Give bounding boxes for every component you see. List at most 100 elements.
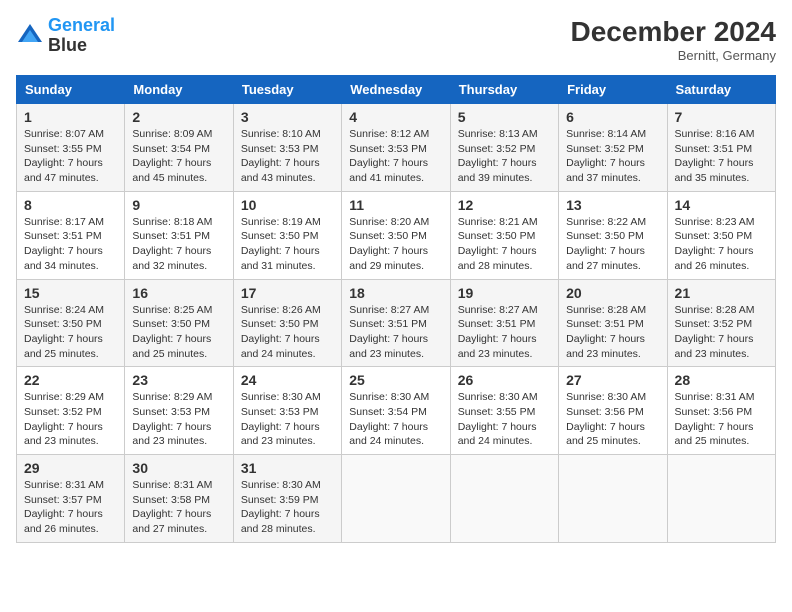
calendar-cell: 13 Sunrise: 8:22 AM Sunset: 3:50 PM Dayli… (559, 191, 667, 279)
calendar-cell (559, 455, 667, 543)
day-number: 18 (349, 285, 442, 301)
weekday-header-wednesday: Wednesday (342, 76, 450, 104)
day-number: 25 (349, 372, 442, 388)
weekday-header-row: SundayMondayTuesdayWednesdayThursdayFrid… (17, 76, 776, 104)
day-info: Sunrise: 8:29 AM Sunset: 3:52 PM Dayligh… (24, 390, 117, 449)
calendar-cell: 26Sunrise: 8:30 AM Sunset: 3:55 PM Dayli… (450, 367, 558, 455)
day-info: Sunrise: 8:27 AM Sunset: 3:51 PM Dayligh… (349, 303, 442, 362)
calendar-cell: 23 Sunrise: 8:29 AM Sunset: 3:53 PM Dayli… (125, 367, 233, 455)
day-info: Sunrise: 8:22 AM Sunset: 3:50 PM Dayligh… (566, 215, 659, 274)
calendar-cell: 18 Sunrise: 8:27 AM Sunset: 3:51 PM Dayli… (342, 279, 450, 367)
day-info: Sunrise: 8:30 AM Sunset: 3:53 PM Dayligh… (241, 390, 334, 449)
weekday-header-tuesday: Tuesday (233, 76, 341, 104)
calendar-week-5: 29 Sunrise: 8:31 AM Sunset: 3:57 PM Dayli… (17, 455, 776, 543)
calendar-cell: 10 Sunrise: 8:19 AM Sunset: 3:50 PM Dayli… (233, 191, 341, 279)
day-info: Sunrise: 8:26 AM Sunset: 3:50 PM Dayligh… (241, 303, 334, 362)
calendar-cell: 3 Sunrise: 8:10 AM Sunset: 3:53 PM Daylig… (233, 104, 341, 192)
day-number: 14 (675, 197, 768, 213)
title-block: December 2024 Bernitt, Germany (571, 16, 776, 63)
day-info: Sunrise: 8:13 AM Sunset: 3:52 PM Dayligh… (458, 127, 551, 186)
day-number: 5 (458, 109, 551, 125)
weekday-header-friday: Friday (559, 76, 667, 104)
weekday-header-saturday: Saturday (667, 76, 775, 104)
day-info: Sunrise: 8:19 AM Sunset: 3:50 PM Dayligh… (241, 215, 334, 274)
calendar-cell: 22Sunrise: 8:29 AM Sunset: 3:52 PM Dayli… (17, 367, 125, 455)
calendar-cell: 15Sunrise: 8:24 AM Sunset: 3:50 PM Dayli… (17, 279, 125, 367)
day-number: 9 (132, 197, 225, 213)
day-info: Sunrise: 8:12 AM Sunset: 3:53 PM Dayligh… (349, 127, 442, 186)
calendar-cell: 19 Sunrise: 8:27 AM Sunset: 3:51 PM Dayli… (450, 279, 558, 367)
day-number: 13 (566, 197, 659, 213)
weekday-header-monday: Monday (125, 76, 233, 104)
calendar-cell: 27Sunrise: 8:30 AM Sunset: 3:56 PM Dayli… (559, 367, 667, 455)
day-info: Sunrise: 8:21 AM Sunset: 3:50 PM Dayligh… (458, 215, 551, 274)
day-info: Sunrise: 8:10 AM Sunset: 3:53 PM Dayligh… (241, 127, 334, 186)
calendar-cell (450, 455, 558, 543)
calendar-cell: 28Sunrise: 8:31 AM Sunset: 3:56 PM Dayli… (667, 367, 775, 455)
day-number: 8 (24, 197, 117, 213)
day-info: Sunrise: 8:31 AM Sunset: 3:58 PM Dayligh… (132, 478, 225, 537)
calendar-cell: 30Sunrise: 8:31 AM Sunset: 3:58 PM Dayli… (125, 455, 233, 543)
day-info: Sunrise: 8:29 AM Sunset: 3:53 PM Dayligh… (132, 390, 225, 449)
day-number: 10 (241, 197, 334, 213)
calendar-cell: 2Sunrise: 8:09 AM Sunset: 3:54 PM Daylig… (125, 104, 233, 192)
day-number: 19 (458, 285, 551, 301)
calendar-cell: 6 Sunrise: 8:14 AM Sunset: 3:52 PM Daylig… (559, 104, 667, 192)
day-number: 21 (675, 285, 768, 301)
calendar-cell: 1Sunrise: 8:07 AM Sunset: 3:55 PM Daylig… (17, 104, 125, 192)
logo-text: General Blue (48, 16, 115, 56)
day-info: Sunrise: 8:27 AM Sunset: 3:51 PM Dayligh… (458, 303, 551, 362)
day-number: 2 (132, 109, 225, 125)
day-number: 11 (349, 197, 442, 213)
calendar-cell: 31Sunrise: 8:30 AM Sunset: 3:59 PM Dayli… (233, 455, 341, 543)
location: Bernitt, Germany (571, 48, 776, 63)
day-info: Sunrise: 8:28 AM Sunset: 3:52 PM Dayligh… (675, 303, 768, 362)
day-info: Sunrise: 8:31 AM Sunset: 3:56 PM Dayligh… (675, 390, 768, 449)
calendar-body: 1Sunrise: 8:07 AM Sunset: 3:55 PM Daylig… (17, 104, 776, 543)
calendar-cell: 9 Sunrise: 8:18 AM Sunset: 3:51 PM Daylig… (125, 191, 233, 279)
calendar-week-3: 15Sunrise: 8:24 AM Sunset: 3:50 PM Dayli… (17, 279, 776, 367)
calendar-week-2: 8 Sunrise: 8:17 AM Sunset: 3:51 PM Daylig… (17, 191, 776, 279)
calendar-table: SundayMondayTuesdayWednesdayThursdayFrid… (16, 75, 776, 543)
day-info: Sunrise: 8:18 AM Sunset: 3:51 PM Dayligh… (132, 215, 225, 274)
day-number: 27 (566, 372, 659, 388)
day-info: Sunrise: 8:25 AM Sunset: 3:50 PM Dayligh… (132, 303, 225, 362)
day-number: 4 (349, 109, 442, 125)
calendar-week-1: 1Sunrise: 8:07 AM Sunset: 3:55 PM Daylig… (17, 104, 776, 192)
weekday-header-thursday: Thursday (450, 76, 558, 104)
day-number: 3 (241, 109, 334, 125)
logo-icon (16, 22, 44, 50)
day-number: 16 (132, 285, 225, 301)
calendar-cell (342, 455, 450, 543)
calendar-cell: 4 Sunrise: 8:12 AM Sunset: 3:53 PM Daylig… (342, 104, 450, 192)
day-info: Sunrise: 8:31 AM Sunset: 3:57 PM Dayligh… (24, 478, 117, 537)
calendar-cell (667, 455, 775, 543)
day-number: 7 (675, 109, 768, 125)
day-info: Sunrise: 8:30 AM Sunset: 3:59 PM Dayligh… (241, 478, 334, 537)
calendar-cell: 16 Sunrise: 8:25 AM Sunset: 3:50 PM Dayli… (125, 279, 233, 367)
month-title: December 2024 (571, 16, 776, 48)
day-info: Sunrise: 8:23 AM Sunset: 3:50 PM Dayligh… (675, 215, 768, 274)
day-number: 12 (458, 197, 551, 213)
day-number: 29 (24, 460, 117, 476)
calendar-cell: 11Sunrise: 8:20 AM Sunset: 3:50 PM Dayli… (342, 191, 450, 279)
calendar-cell: 20Sunrise: 8:28 AM Sunset: 3:51 PM Dayli… (559, 279, 667, 367)
day-number: 24 (241, 372, 334, 388)
calendar-cell: 29 Sunrise: 8:31 AM Sunset: 3:57 PM Dayli… (17, 455, 125, 543)
day-number: 6 (566, 109, 659, 125)
day-info: Sunrise: 8:16 AM Sunset: 3:51 PM Dayligh… (675, 127, 768, 186)
calendar-cell: 25Sunrise: 8:30 AM Sunset: 3:54 PM Dayli… (342, 367, 450, 455)
day-number: 20 (566, 285, 659, 301)
day-number: 17 (241, 285, 334, 301)
calendar-cell: 8 Sunrise: 8:17 AM Sunset: 3:51 PM Daylig… (17, 191, 125, 279)
day-info: Sunrise: 8:07 AM Sunset: 3:55 PM Dayligh… (24, 127, 117, 186)
day-info: Sunrise: 8:17 AM Sunset: 3:51 PM Dayligh… (24, 215, 117, 274)
calendar-cell: 17 Sunrise: 8:26 AM Sunset: 3:50 PM Dayli… (233, 279, 341, 367)
day-info: Sunrise: 8:14 AM Sunset: 3:52 PM Dayligh… (566, 127, 659, 186)
weekday-header-sunday: Sunday (17, 76, 125, 104)
calendar-cell: 14 Sunrise: 8:23 AM Sunset: 3:50 PM Dayli… (667, 191, 775, 279)
calendar-cell: 12 Sunrise: 8:21 AM Sunset: 3:50 PM Dayli… (450, 191, 558, 279)
day-number: 15 (24, 285, 117, 301)
calendar-cell: 5 Sunrise: 8:13 AM Sunset: 3:52 PM Daylig… (450, 104, 558, 192)
day-number: 23 (132, 372, 225, 388)
